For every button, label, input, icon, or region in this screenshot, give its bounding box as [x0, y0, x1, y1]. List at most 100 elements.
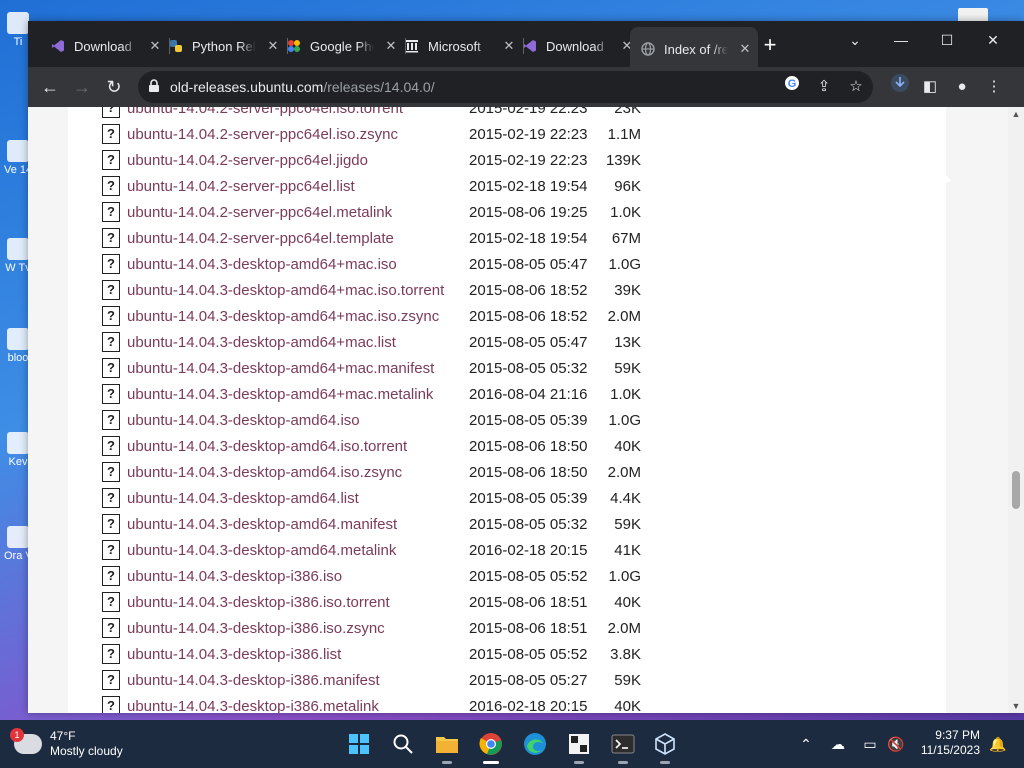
file-link[interactable]: ubuntu-14.04.3-desktop-amd64.iso: [127, 412, 469, 429]
vertical-scrollbar[interactable]: ▲ ▼: [1008, 107, 1024, 713]
file-date: 2015-08-06 18:52: [469, 281, 588, 299]
weather-widget[interactable]: 1 47°F Mostly cloudy: [10, 728, 123, 760]
virtualbox-icon[interactable]: [564, 729, 594, 764]
scroll-thumb[interactable]: [1012, 471, 1020, 509]
virtual-machine-cube-icon[interactable]: [650, 729, 680, 764]
file-link[interactable]: ubuntu-14.04.2-server-ppc64el.metalink: [127, 204, 469, 221]
scroll-down-arrow-icon[interactable]: ▼: [1011, 701, 1021, 711]
file-link[interactable]: ubuntu-14.04.3-desktop-amd64.iso.zsync: [127, 464, 469, 481]
python-icon: [168, 38, 184, 54]
unknown-file-icon: ?: [102, 150, 120, 170]
file-link[interactable]: ubuntu-14.04.3-desktop-amd64+mac.iso.zsy…: [127, 308, 469, 325]
file-size: 4.4K: [610, 489, 641, 507]
scroll-up-arrow-icon[interactable]: ▲: [1011, 109, 1021, 119]
file-link[interactable]: ubuntu-14.04.3-desktop-amd64.manifest: [127, 516, 469, 533]
file-link[interactable]: ubuntu-14.04.3-desktop-amd64+mac.iso.tor…: [127, 282, 469, 299]
file-listing: ? ubuntu-14.04.2-server-ppc64el.iso.torre…: [102, 107, 641, 713]
file-explorer-icon[interactable]: [432, 729, 462, 764]
table-row: ? ubuntu-14.04.3-desktop-amd64+mac.iso 201…: [102, 251, 641, 277]
file-date: 2015-08-05 05:52: [469, 645, 588, 663]
close-icon[interactable]: ✕: [384, 38, 398, 54]
tab-download-2[interactable]: Download ✕: [522, 32, 634, 60]
file-link[interactable]: ubuntu-14.04.2-server-ppc64el.template: [127, 230, 469, 247]
tab-index-of-releases[interactable]: Index of /releases/14.04.0 ✕: [630, 27, 758, 67]
file-link[interactable]: ubuntu-14.04.2-server-ppc64el.list: [127, 178, 469, 195]
unknown-file-icon: ?: [102, 592, 120, 612]
notification-badge: 1: [10, 728, 24, 742]
close-icon[interactable]: ✕: [502, 38, 516, 54]
directory-page: ? ubuntu-14.04.2-server-ppc64el.iso.torre…: [68, 107, 946, 713]
start-button[interactable]: [344, 729, 374, 759]
notification-bell-icon[interactable]: 🔔: [988, 734, 1008, 754]
file-size: 23K: [614, 107, 641, 117]
file-date: 2015-08-05 05:47: [469, 333, 588, 351]
table-row: ? ubuntu-14.04.3-desktop-amd64.metalink 20…: [102, 537, 641, 563]
maximize-icon[interactable]: ☐: [932, 25, 962, 55]
unknown-file-icon: ?: [102, 228, 120, 248]
file-link[interactable]: ubuntu-14.04.2-server-ppc64el.iso.torren…: [127, 107, 469, 117]
clock-date: 11/15/2023: [920, 743, 980, 757]
unknown-file-icon: ?: [102, 488, 120, 508]
file-link[interactable]: ubuntu-14.04.3-desktop-i386.iso.zsync: [127, 620, 469, 637]
taskbar-clock[interactable]: 9:37 PM 11/15/2023: [908, 728, 980, 758]
back-arrow-icon[interactable]: ←: [36, 73, 64, 101]
close-icon[interactable]: ✕: [148, 38, 162, 54]
file-link[interactable]: ubuntu-14.04.3-desktop-amd64.iso.torrent: [127, 438, 469, 455]
downloads-icon[interactable]: [886, 73, 914, 101]
file-link[interactable]: ubuntu-14.04.3-desktop-i386.metalink: [127, 698, 469, 714]
forward-arrow-icon[interactable]: →: [68, 73, 96, 101]
file-link[interactable]: ubuntu-14.04.3-desktop-i386.manifest: [127, 672, 469, 689]
file-link[interactable]: ubuntu-14.04.3-desktop-amd64.list: [127, 490, 469, 507]
shortcut-icon: [7, 526, 29, 548]
chrome-icon[interactable]: [476, 729, 506, 764]
close-icon[interactable]: ✕: [738, 41, 752, 57]
svg-text:G: G: [788, 78, 797, 90]
table-row: ? ubuntu-14.04.3-desktop-i386.manifest 201…: [102, 667, 641, 693]
table-row: ? ubuntu-14.04.2-server-ppc64el.jigdo 2015…: [102, 147, 641, 173]
file-link[interactable]: ubuntu-14.04.2-server-ppc64el.iso.zsync: [127, 126, 469, 143]
file-link[interactable]: ubuntu-14.04.3-desktop-amd64+mac.metalin…: [127, 386, 469, 403]
profile-avatar-icon[interactable]: ●: [948, 73, 976, 101]
minimize-icon[interactable]: —: [886, 25, 916, 55]
file-size: 40K: [614, 593, 641, 611]
tab-search-chevron-icon[interactable]: ⌄: [840, 25, 870, 55]
show-hidden-icons-chevron-icon[interactable]: ⌃: [796, 734, 816, 754]
tab-download-1[interactable]: Download ✕: [50, 32, 170, 60]
file-link[interactable]: ubuntu-14.04.3-desktop-amd64+mac.iso: [127, 256, 469, 273]
close-icon[interactable]: ✕: [266, 38, 280, 54]
display-icon[interactable]: ▭: [860, 734, 880, 754]
new-tab-plus-icon[interactable]: +: [758, 34, 782, 58]
tab-microsoft[interactable]: Microsoft ✕: [404, 32, 524, 60]
address-bar[interactable]: old-releases.ubuntu.com/releases/14.04.0…: [138, 71, 873, 103]
file-link[interactable]: ubuntu-14.04.3-desktop-i386.list: [127, 646, 469, 663]
side-panel-icon[interactable]: ◧: [916, 73, 944, 101]
edge-icon[interactable]: [520, 729, 550, 759]
file-date: 2015-08-05 05:32: [469, 515, 588, 533]
google-lens-icon[interactable]: G: [778, 73, 806, 101]
more-menu-icon[interactable]: ⋮: [980, 73, 1008, 101]
search-icon[interactable]: [388, 729, 418, 759]
tab-google-photos[interactable]: Google Photos ✕: [286, 32, 406, 60]
unknown-file-icon: ?: [102, 696, 120, 713]
bookmark-star-icon[interactable]: ☆: [842, 73, 870, 101]
share-icon[interactable]: ⇪: [810, 73, 838, 101]
window-close-icon[interactable]: ✕: [978, 25, 1008, 55]
tab-python-release[interactable]: Python Release ✕: [168, 32, 288, 60]
file-link[interactable]: ubuntu-14.04.3-desktop-i386.iso.torrent: [127, 594, 469, 611]
table-row: ? ubuntu-14.04.3-desktop-amd64.list 2015-0…: [102, 485, 641, 511]
file-size: 1.0G: [608, 411, 641, 429]
cloud-sync-icon[interactable]: ☁: [828, 734, 848, 754]
unknown-file-icon: ?: [102, 280, 120, 300]
globe-icon: [640, 41, 656, 57]
unknown-file-icon: ?: [102, 618, 120, 638]
unknown-file-icon: ?: [102, 644, 120, 664]
reload-icon[interactable]: ↻: [100, 73, 128, 101]
file-link[interactable]: ubuntu-14.04.3-desktop-amd64.metalink: [127, 542, 469, 559]
file-size: 3.8K: [610, 645, 641, 663]
file-link[interactable]: ubuntu-14.04.2-server-ppc64el.jigdo: [127, 152, 469, 169]
file-link[interactable]: ubuntu-14.04.3-desktop-amd64+mac.list: [127, 334, 469, 351]
file-link[interactable]: ubuntu-14.04.3-desktop-amd64+mac.manifes…: [127, 360, 469, 377]
volume-muted-icon[interactable]: 🔇: [886, 734, 906, 754]
file-link[interactable]: ubuntu-14.04.3-desktop-i386.iso: [127, 568, 469, 585]
terminal-icon[interactable]: [608, 729, 638, 764]
